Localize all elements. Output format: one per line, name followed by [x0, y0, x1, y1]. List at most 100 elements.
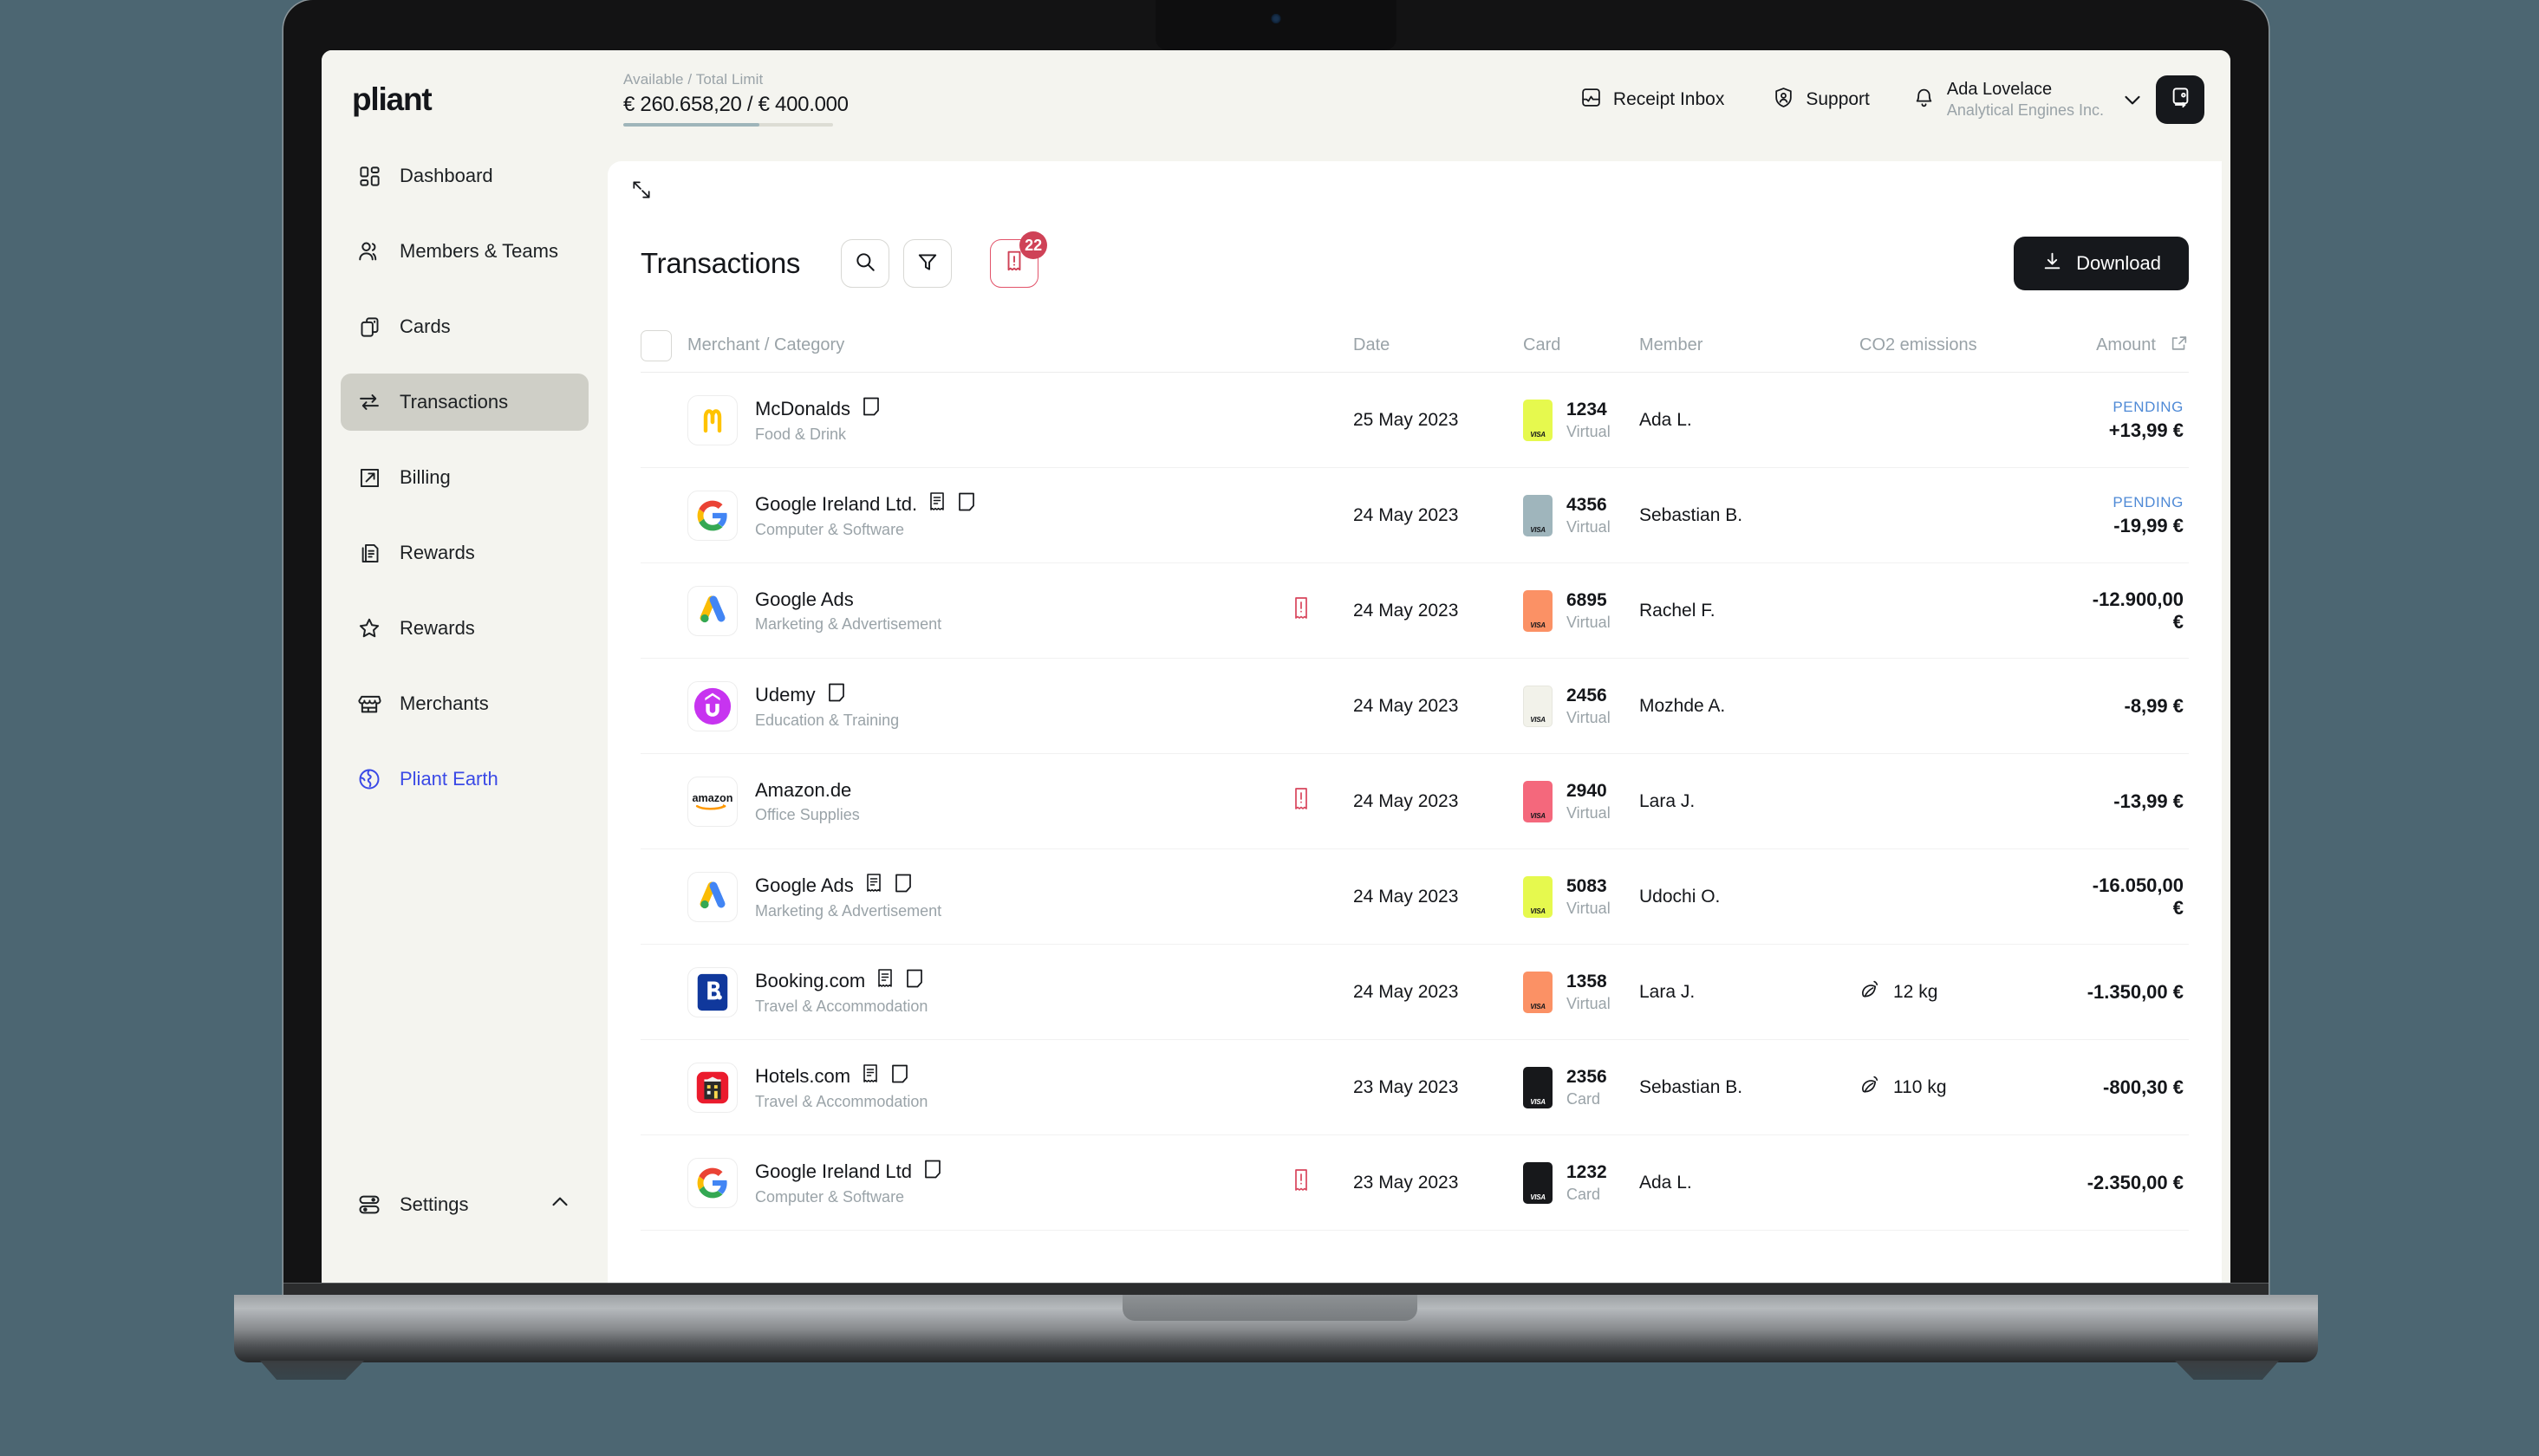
- missing-receipt-cell: [1249, 1168, 1353, 1197]
- search-button[interactable]: [841, 239, 890, 288]
- sidebar: Dashboard Members & Teams Cards Transact…: [322, 147, 608, 1284]
- merchant-category: Marketing & Advertisement: [755, 614, 942, 633]
- merchant-name-row: McDonalds: [755, 396, 881, 421]
- sidebar-label: Merchants: [400, 692, 489, 714]
- column-header-member[interactable]: Member: [1639, 335, 1859, 355]
- card-text: 2456 Virtual: [1566, 686, 1611, 727]
- note-icon[interactable]: [923, 1159, 942, 1184]
- merchant-name-row: Google Ads: [755, 588, 941, 611]
- note-icon[interactable]: [890, 1063, 909, 1089]
- pliant-logo[interactable]: pliant: [352, 81, 433, 118]
- sidebar-item-transactions[interactable]: Transactions: [341, 374, 589, 431]
- table-row[interactable]: McDonalds Food & Drink 25 May 2023 VISA 1234…: [641, 373, 2189, 468]
- card-cell: VISA 5083 Virtual: [1523, 875, 1639, 918]
- sidebar-item-merchants[interactable]: Merchants: [341, 675, 589, 732]
- table-row[interactable]: Google Ads Marketing & Advertisement 24 Ma…: [641, 849, 2189, 945]
- amount-value: -8,99 €: [2124, 694, 2184, 717]
- missing-receipt-icon[interactable]: [1292, 596, 1311, 625]
- sidebar-item-rewards-star[interactable]: Rewards: [341, 600, 589, 657]
- card-number: 2356: [1566, 1066, 1607, 1087]
- receipt-icon[interactable]: [876, 968, 894, 993]
- column-header-date[interactable]: Date: [1353, 335, 1523, 355]
- sidebar-item-rewards-documents[interactable]: Rewards: [341, 524, 589, 582]
- table-row[interactable]: Udemy Education & Training 24 May 2023 VISA…: [641, 659, 2189, 754]
- date-cell: 24 May 2023: [1353, 981, 1459, 1002]
- table-row[interactable]: Booking.com Travel & Accommodation 24 May …: [641, 945, 2189, 1040]
- receipt-inbox-button[interactable]: Receipt Inbox: [1556, 75, 1748, 124]
- note-icon[interactable]: [894, 873, 913, 898]
- card-type: Card: [1566, 1089, 1601, 1108]
- expand-collapse-icon[interactable]: [630, 179, 653, 205]
- card-switch-button[interactable]: [2156, 75, 2204, 124]
- table-row[interactable]: amazon Amazon.de Office Supplies 24 May 202…: [641, 754, 2189, 849]
- merchant-cell: Udemy Education & Training: [687, 680, 1249, 731]
- select-all-checkbox[interactable]: [641, 329, 672, 361]
- receipt-icon[interactable]: [865, 873, 882, 898]
- column-header-card[interactable]: Card: [1523, 335, 1639, 355]
- settings-icon: [356, 1192, 382, 1218]
- merchant-category: Marketing & Advertisement: [755, 902, 942, 920]
- table-row[interactable]: Google Ads Marketing & Advertisement 24 Ma…: [641, 563, 2189, 659]
- merchant-text: Google Ads Marketing & Advertisement: [755, 873, 941, 920]
- card-switch-icon: [2169, 86, 2192, 114]
- member-cell: Sebastian B.: [1639, 1076, 1743, 1097]
- missing-receipt-icon[interactable]: [1292, 1168, 1311, 1197]
- merchant-text: Google Ireland Ltd Computer & Software: [755, 1159, 942, 1206]
- amount-cell: -1.350,00 €: [2083, 981, 2189, 1004]
- sidebar-item-dashboard[interactable]: Dashboard: [341, 147, 589, 205]
- table-row[interactable]: Google Ireland Ltd. Computer & Software 24…: [641, 468, 2189, 563]
- download-icon: [2041, 250, 2063, 277]
- table-row[interactable]: Hotels.com Travel & Accommodation 23 May 2…: [641, 1040, 2189, 1135]
- card-number: 6895: [1566, 589, 1607, 610]
- filter-button[interactable]: [903, 239, 953, 288]
- chevron-up-icon[interactable]: [547, 1189, 573, 1220]
- merchant-category: Computer & Software: [755, 1188, 905, 1206]
- table-header-row: Merchant / Category Date Card Member CO2…: [641, 319, 2189, 373]
- note-icon[interactable]: [905, 968, 924, 993]
- member-cell: Udochi O.: [1639, 886, 1721, 907]
- missing-receipt-cell: [1249, 787, 1353, 816]
- card-text: 1234 Virtual: [1566, 400, 1611, 441]
- note-icon[interactable]: [827, 682, 846, 707]
- user-menu[interactable]: Ada Lovelace Analytical Engines Inc.: [1894, 75, 2109, 125]
- receipt-icon[interactable]: [928, 491, 946, 517]
- merchant-text: Google Ads Marketing & Advertisement: [755, 588, 941, 634]
- card-cell: VISA 4356 Virtual: [1523, 494, 1639, 536]
- amount-value: -800,30 €: [2103, 1076, 2184, 1098]
- co2-value: 12 kg: [1893, 981, 1938, 1002]
- card-type: Virtual: [1566, 994, 1611, 1012]
- card-type: Virtual: [1566, 803, 1611, 822]
- column-header-amount[interactable]: Amount: [2096, 335, 2156, 355]
- notification-bell-icon[interactable]: [1913, 87, 1935, 114]
- sidebar-item-billing[interactable]: Billing: [341, 449, 589, 506]
- missing-receipt-icon[interactable]: [1292, 787, 1311, 816]
- download-button[interactable]: Download: [2014, 237, 2189, 290]
- note-icon[interactable]: [957, 491, 976, 517]
- sidebar-item-settings[interactable]: Settings: [341, 1179, 589, 1231]
- note-icon[interactable]: [862, 396, 881, 421]
- sidebar-label: Pliant Earth: [400, 768, 498, 790]
- merchant-cell: Booking.com Travel & Accommodation: [687, 966, 1249, 1017]
- date-cell: 23 May 2023: [1353, 1076, 1459, 1097]
- sidebar-item-cards[interactable]: Cards: [341, 298, 589, 355]
- merchant-text: Google Ireland Ltd. Computer & Software: [755, 491, 976, 539]
- merchant-text: Hotels.com Travel & Accommodation: [755, 1063, 928, 1111]
- column-header-merchant[interactable]: Merchant / Category: [687, 335, 1249, 355]
- user-menu-chevron-down-icon[interactable]: [2109, 76, 2156, 123]
- merchant-cell: McDonalds Food & Drink: [687, 394, 1249, 445]
- support-button[interactable]: Support: [1748, 75, 1894, 124]
- page-header: Transactions 22 Download: [641, 222, 2189, 305]
- transactions-table: Merchant / Category Date Card Member CO2…: [641, 319, 2189, 1284]
- column-header-co2[interactable]: CO2 emissions: [1859, 335, 2083, 355]
- merchant-category: Food & Drink: [755, 426, 847, 443]
- sidebar-item-pliant-earth[interactable]: Pliant Earth: [341, 751, 589, 808]
- table-row[interactable]: Google Ireland Ltd Computer & Software 23 …: [641, 1135, 2189, 1231]
- card-chip-icon: VISA: [1523, 685, 1553, 727]
- external-link-icon[interactable]: [2170, 334, 2189, 358]
- missing-receipts-button[interactable]: 22: [990, 231, 1048, 288]
- limit-progress-bar: [623, 123, 833, 127]
- sidebar-item-members-teams[interactable]: Members & Teams: [341, 223, 589, 280]
- date-cell: 25 May 2023: [1353, 409, 1459, 430]
- merchant-name-row: Google Ireland Ltd.: [755, 491, 976, 517]
- receipt-icon[interactable]: [862, 1063, 879, 1089]
